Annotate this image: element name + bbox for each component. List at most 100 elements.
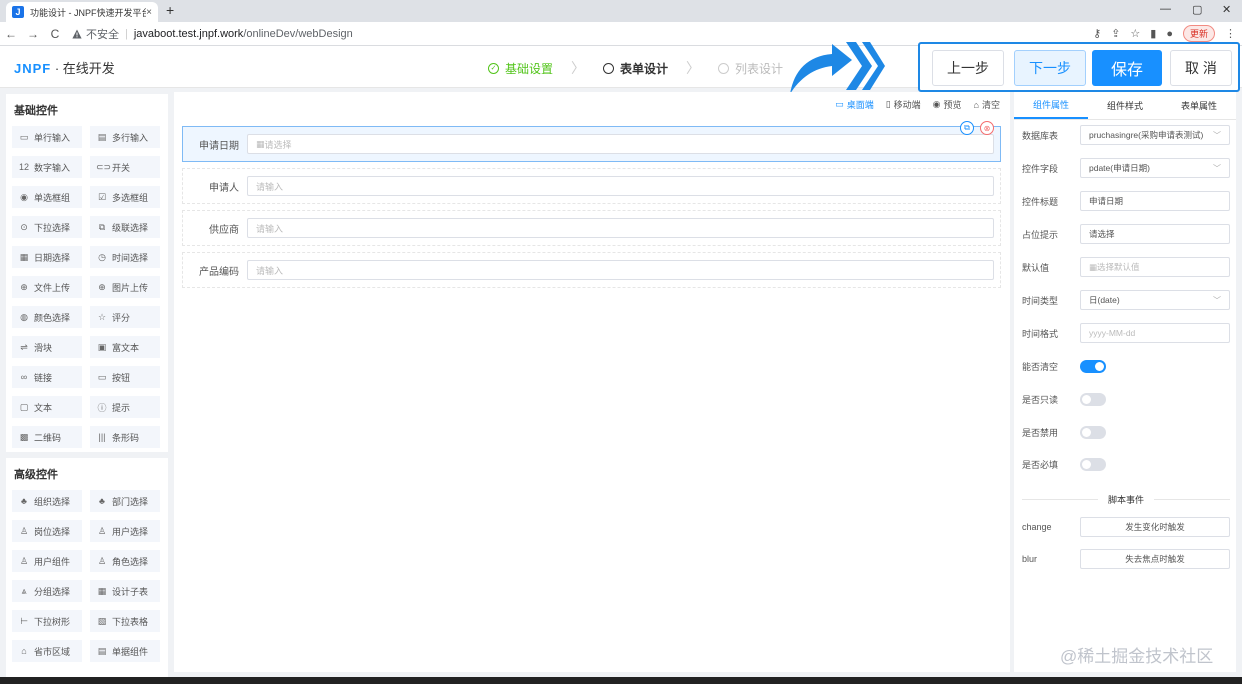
component-item[interactable]: ◉ 单选框组 xyxy=(12,186,82,208)
component-item[interactable]: ♙ 用户组件 xyxy=(12,550,82,572)
window-close-icon[interactable]: ✕ xyxy=(1222,3,1231,16)
mobile-icon: ▯ xyxy=(885,99,891,109)
component-item[interactable]: ▭ 单行输入 xyxy=(12,126,82,148)
component-item[interactable]: ▣ 富文本 xyxy=(90,336,160,358)
save-button[interactable]: 保存 xyxy=(1092,50,1162,86)
form-field-row[interactable]: 供应商 请输入 xyxy=(182,210,1001,246)
property-label: 数据库表 xyxy=(1022,130,1059,141)
menu-icon[interactable]: ⋮ xyxy=(1225,27,1236,40)
component-item[interactable]: ♣ 部门选择 xyxy=(90,490,160,512)
new-tab-button[interactable]: + xyxy=(166,2,174,18)
chevron-down-icon: ﹀ xyxy=(1213,163,1221,173)
component-item[interactable]: ♣ 组织选择 xyxy=(12,490,82,512)
url-field[interactable]: 不安全 | javaboot.test.jnpf.work /onlineDev… xyxy=(72,26,353,42)
component-item[interactable]: ⌂ 省市区域 xyxy=(12,640,82,662)
share-icon[interactable]: ⇪ xyxy=(1111,27,1120,40)
component-item[interactable]: ▧ 下拉表格 xyxy=(90,610,160,632)
component-item[interactable]: ⊢ 下拉树形 xyxy=(12,610,82,632)
field-input[interactable]: 请输入 xyxy=(247,176,994,196)
button-icon: ▭ xyxy=(97,371,107,382)
delete-icon[interactable]: ⊗ xyxy=(980,121,994,135)
field-input[interactable]: 请输入 xyxy=(247,260,994,280)
minimize-icon[interactable]: — xyxy=(1160,3,1171,15)
component-item[interactable]: ▤ 多行输入 xyxy=(90,126,160,148)
property-input[interactable]: yyyy-MM-dd xyxy=(1080,323,1230,343)
form-field-row[interactable]: 申请人 请输入 xyxy=(182,168,1001,204)
component-item[interactable]: ⊙ 下拉选择 xyxy=(12,216,82,238)
copy-icon[interactable]: ⧉ xyxy=(960,121,974,135)
forward-button[interactable]: → xyxy=(22,27,44,41)
toggle-switch[interactable] xyxy=(1080,457,1106,471)
sidebar-icon[interactable]: ▮ xyxy=(1150,27,1156,40)
form-canvas[interactable]: ▭ 桌面端 ▯ 移动端 ◉ 预览 ⌂ 清空 申请日期 ▦ 请选择 ⧉ ⊗ 申请人 请输入 供应商 请输入 产品… xyxy=(174,92,1010,672)
divider-line xyxy=(1022,499,1098,500)
component-item[interactable]: ⊕ 图片上传 xyxy=(90,276,160,298)
component-item[interactable]: ☆ 评分 xyxy=(90,306,160,328)
qrcode-icon: ▩ xyxy=(19,431,29,442)
cancel-button[interactable]: 取 消 xyxy=(1170,50,1232,86)
key-icon[interactable]: ⚷ xyxy=(1093,27,1101,40)
tab-0[interactable]: 组件属性 xyxy=(1014,92,1088,119)
field-input[interactable]: 请输入 xyxy=(247,218,994,238)
property-input[interactable]: 申请日期 xyxy=(1080,191,1230,211)
tab-2[interactable]: 表单属性 xyxy=(1162,92,1236,119)
component-item[interactable]: ♙ 角色选择 xyxy=(90,550,160,572)
maximize-icon[interactable]: ▢ xyxy=(1192,3,1202,16)
component-item[interactable]: ◍ 颜色选择 xyxy=(12,306,82,328)
form-field-row[interactable]: 产品编码 请输入 xyxy=(182,252,1001,288)
property-select[interactable]: pruchasingre(采购申请表测试) ﹀ xyxy=(1080,125,1230,145)
component-item[interactable]: ♙ 岗位选择 xyxy=(12,520,82,542)
bookmark-star-icon[interactable]: ☆ xyxy=(1130,27,1140,40)
component-item[interactable]: ▦ 设计子表 xyxy=(90,580,160,602)
property-input[interactable]: ▦ 选择默认值 xyxy=(1080,257,1230,277)
step-basic-settings[interactable]: ✓ 基础设置 xyxy=(488,60,553,77)
prev-step-button[interactable]: 上一步 xyxy=(932,50,1004,86)
form-field-row[interactable]: 申请日期 ▦ 请选择 ⧉ ⊗ xyxy=(182,121,1001,162)
property-select[interactable]: pdate(申请日期) ﹀ xyxy=(1080,158,1230,178)
canvas-tool-3[interactable]: ⌂ 清空 xyxy=(974,98,1000,111)
component-item[interactable]: ☑ 多选框组 xyxy=(90,186,160,208)
back-button[interactable]: ← xyxy=(0,27,22,41)
component-item[interactable]: ⇌ 滑块 xyxy=(12,336,82,358)
component-item[interactable]: ||| 条形码 xyxy=(90,426,160,448)
component-item[interactable]: ▭ 按钮 xyxy=(90,366,160,388)
component-item[interactable]: 12 数字输入 xyxy=(12,156,82,178)
canvas-tool-0[interactable]: ▭ 桌面端 xyxy=(835,98,874,111)
field-input[interactable]: ▦ 请选择 xyxy=(247,134,994,154)
canvas-tool-1[interactable]: ▯ 移动端 xyxy=(886,98,921,111)
browser-tab[interactable]: J 功能设计 - JNPF快速开发平台 × xyxy=(6,2,158,22)
component-item[interactable]: ⊕ 文件上传 xyxy=(12,276,82,298)
property-select[interactable]: 日(date) ﹀ xyxy=(1080,290,1230,310)
profile-icon[interactable]: ● xyxy=(1166,28,1173,40)
section-title: 高级控件 xyxy=(14,469,58,481)
step-form-design[interactable]: 表单设计 xyxy=(603,60,668,77)
component-item[interactable]: ⓘ 提示 xyxy=(90,396,160,418)
event-row: blur 失去焦点时触发 xyxy=(1022,549,1230,569)
component-item[interactable]: ▢ 文本 xyxy=(12,396,82,418)
component-item[interactable]: ♙ 用户选择 xyxy=(90,520,160,542)
property-input[interactable]: 请选择 xyxy=(1080,224,1230,244)
document-component-icon: ▤ xyxy=(97,645,107,656)
component-item[interactable]: ▤ 单据组件 xyxy=(90,640,160,662)
event-button[interactable]: 失去焦点时触发 xyxy=(1080,549,1230,569)
canvas-tool-2[interactable]: ◉ 预览 xyxy=(933,98,962,111)
component-item[interactable]: ⩓ 分组选择 xyxy=(12,580,82,602)
component-item[interactable]: ⧉ 级联选择 xyxy=(90,216,160,238)
reload-button[interactable]: C xyxy=(44,27,66,41)
event-button[interactable]: 发生变化时触发 xyxy=(1080,517,1230,537)
toggle-switch[interactable] xyxy=(1080,359,1106,373)
property-value: 选择默认值 xyxy=(1097,262,1140,272)
component-item[interactable]: ▩ 二维码 xyxy=(12,426,82,448)
toggle-switch[interactable] xyxy=(1080,392,1106,406)
tab-1[interactable]: 组件样式 xyxy=(1088,92,1162,119)
component-item[interactable]: ⊂⊃ 开关 xyxy=(90,156,160,178)
update-button[interactable]: 更新 xyxy=(1182,25,1215,42)
component-item[interactable]: ∞ 链接 xyxy=(12,366,82,388)
component-item[interactable]: ▦ 日期选择 xyxy=(12,246,82,268)
step-list-design[interactable]: 列表设计 xyxy=(718,60,783,77)
next-step-button[interactable]: 下一步 xyxy=(1014,50,1086,86)
advanced-components-section: 高级控件 ♣ 组织选择 ♣ 部门选择 ♙ 岗位选择 ♙ 用户选择 ♙ 用户组件 ♙ 角色选择 ⩓ 分组选择… xyxy=(6,458,168,678)
tab-close-icon[interactable]: × xyxy=(146,7,152,18)
toggle-switch[interactable] xyxy=(1080,425,1106,439)
component-item[interactable]: ◷ 时间选择 xyxy=(90,246,160,268)
